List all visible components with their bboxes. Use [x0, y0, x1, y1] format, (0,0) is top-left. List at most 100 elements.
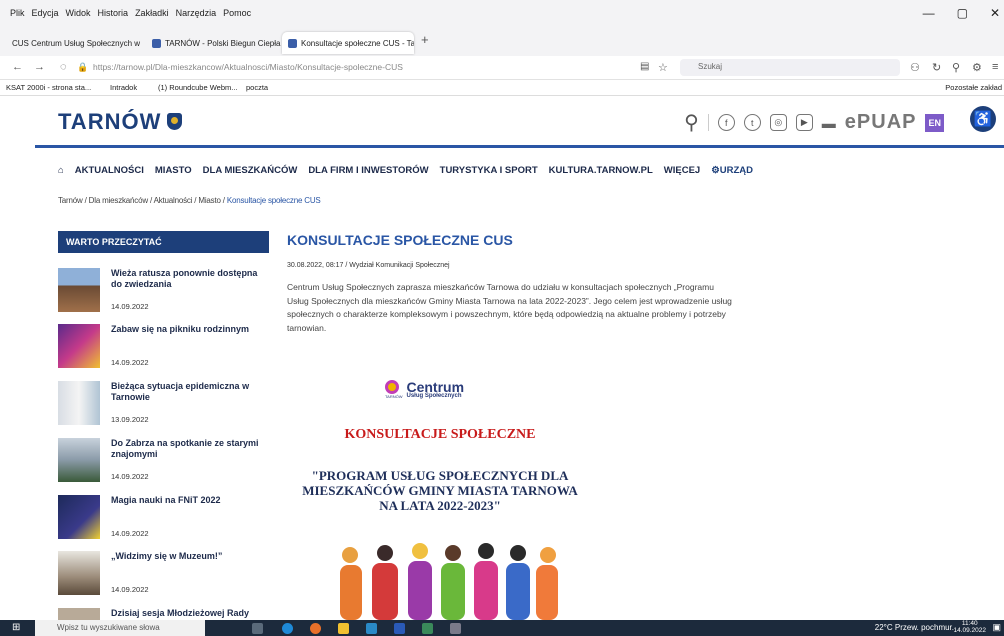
people-illustration	[340, 543, 558, 620]
other-bookmarks[interactable]: Pozostałe zakład	[945, 83, 1002, 92]
shield-icon[interactable]: ◌	[60, 61, 67, 73]
sidebar-article[interactable]: Do Zabrza na spotkanie ze starymi znajom…	[58, 438, 269, 494]
file-explorer-icon[interactable]	[338, 623, 349, 634]
divider	[707, 114, 709, 131]
forward-icon[interactable]: →	[34, 61, 45, 73]
sidebar-article-title[interactable]: Zabaw się na pikniku rodzinnym	[111, 324, 269, 335]
nav-kultura[interactable]: KULTURA.TARNOW.PL	[549, 165, 653, 176]
notifications-icon[interactable]: ▣	[992, 622, 1001, 633]
youtube-icon[interactable]: ▶	[795, 114, 813, 131]
tab-tarnow[interactable]: TARNÓW - Polski Biegun Ciepła✕	[146, 32, 282, 54]
article-thumbnail[interactable]	[58, 381, 100, 425]
taskbar-search-input[interactable]: Wpisz tu wyszukiwane słowa	[35, 620, 205, 636]
bookmark-poczta[interactable]: poczta	[246, 83, 268, 92]
bip-icon[interactable]: ▬	[822, 115, 836, 131]
nav-urzad[interactable]: ⚙URZĄD	[711, 165, 753, 176]
article-author: / Wydział Komunikacji Społecznej	[345, 262, 450, 269]
home-icon[interactable]: ⌂	[58, 165, 64, 176]
tab-konsultacje[interactable]: Konsultacje społeczne CUS - Ta✕	[282, 32, 414, 54]
app-icon[interactable]	[422, 623, 433, 634]
app-icon[interactable]	[450, 623, 461, 634]
firefox-icon[interactable]	[310, 623, 321, 634]
system-clock[interactable]: 11:40 14.09.2022	[953, 620, 986, 634]
nav-dla-mieszkancow[interactable]: DLA MIESZKAŃCÓW	[203, 165, 298, 176]
sidebar-article-title[interactable]: Wieża ratusza ponownie dostępna do zwied…	[111, 268, 269, 290]
bookmark-intradok[interactable]: Intradok	[110, 83, 137, 92]
sidebar-article-title[interactable]: Bieżąca sytuacja epidemiczna w Tarnowie	[111, 381, 269, 403]
bookmark-star-icon[interactable]: ☆	[658, 61, 668, 74]
nav-wiecej[interactable]: WIĘCEJ	[664, 165, 700, 176]
sidebar-article[interactable]: Magia nauki na FNiT 2022 14.09.2022	[58, 495, 269, 551]
menu-pomoc[interactable]: Pomoc	[223, 8, 251, 18]
breadcrumb-tarnow[interactable]: Tarnów	[58, 196, 83, 205]
accessibility-icon[interactable]: ♿	[970, 106, 996, 132]
nav-miasto[interactable]: MIASTO	[155, 165, 192, 176]
edge-icon[interactable]	[282, 623, 293, 634]
bookmark-ksat[interactable]: KSAT 2000i - strona sta...	[6, 83, 91, 92]
bookmark-roundcube[interactable]: (1) Roundcube Webm...	[158, 83, 237, 92]
article-thumbnail[interactable]	[58, 495, 100, 539]
breadcrumb-miasto[interactable]: Miasto	[198, 196, 221, 205]
sidebar-article[interactable]: Zabaw się na pikniku rodzinnym 14.09.202…	[58, 324, 269, 380]
store-icon[interactable]	[366, 623, 377, 634]
language-en-button[interactable]: EN	[925, 113, 944, 132]
sidebar-article[interactable]: Dzisiaj sesja Młodzieżowej Rady	[58, 608, 269, 620]
close-window-button[interactable]: ✕	[990, 6, 1000, 20]
article-thumbnail[interactable]	[58, 438, 100, 482]
sidebar-article[interactable]: „Widzimy się w Muzeum!” 14.09.2022	[58, 551, 269, 607]
menu-plik[interactable]: Plik	[10, 8, 25, 18]
epuap-link[interactable]: ePUAP	[845, 111, 917, 134]
weather-widget[interactable]: 22°C Przew. pochmur.	[875, 623, 954, 632]
menu-edycja[interactable]: Edycja	[32, 8, 59, 18]
windows-taskbar: ⊞ Wpisz tu wyszukiwane słowa 22°C Przew.…	[0, 620, 1004, 636]
nav-aktualnosci[interactable]: AKTUALNOŚCI	[75, 165, 144, 176]
back-icon[interactable]: ←	[12, 61, 23, 73]
cus-logo-name: Centrum	[406, 378, 465, 395]
sidebar-article[interactable]: Bieżąca sytuacja epidemiczna w Tarnowie …	[58, 381, 269, 437]
address-bar[interactable]: https://tarnow.pl/Dla-mieszkancow/Aktual…	[93, 62, 403, 72]
new-tab-icon[interactable]: +	[421, 32, 429, 47]
instagram-icon[interactable]: ◎	[769, 114, 787, 131]
menu-narzedzia[interactable]: Narzędzia	[176, 8, 217, 18]
minimize-button[interactable]: —	[923, 6, 935, 20]
person-figure	[536, 547, 558, 620]
person-figure	[506, 545, 530, 620]
sidebar-article[interactable]: Wieża ratusza ponownie dostępna do zwied…	[58, 268, 269, 324]
reload-icon[interactable]: ↻	[932, 61, 941, 74]
app-menu-icon[interactable]: ≡	[992, 61, 998, 73]
breadcrumb-current: Konsultacje społeczne CUS	[226, 196, 321, 205]
windows-start-icon[interactable]: ⊞	[12, 622, 20, 633]
search-placeholder: Szukaj	[698, 62, 723, 71]
site-logo[interactable]: TARNÓW	[58, 109, 183, 135]
word-icon[interactable]	[394, 623, 405, 634]
breadcrumb-aktualnosci[interactable]: Aktualności	[154, 196, 193, 205]
sidebar-article-title[interactable]: Do Zabrza na spotkanie ze starymi znajom…	[111, 438, 269, 460]
sidebar-article-title[interactable]: Dzisiaj sesja Młodzieżowej Rady	[111, 608, 269, 619]
browser-search-input[interactable]: Szukaj	[680, 59, 900, 76]
extensions-icon[interactable]: ⚙	[972, 61, 982, 74]
site-logo-text: TARNÓW	[58, 109, 162, 134]
article-thumbnail[interactable]	[58, 608, 100, 620]
zoom-icon[interactable]: ⚲	[952, 61, 960, 74]
menu-historia[interactable]: Historia	[98, 8, 129, 18]
article-date: 30.08.2022, 08:17	[287, 262, 344, 269]
article-thumbnail[interactable]	[58, 324, 100, 368]
sidebar-article-title[interactable]: „Widzimy się w Muzeum!”	[111, 551, 269, 562]
menu-zakladki[interactable]: Zakładki	[135, 8, 169, 18]
task-view-icon[interactable]	[252, 623, 263, 634]
tab-cus[interactable]: CUS Centrum Usług Społecznych w✕	[6, 32, 144, 54]
nav-turystyka[interactable]: TURYSTYKA I SPORT	[440, 165, 538, 176]
nav-dla-firm[interactable]: DLA FIRM I INWESTORÓW	[308, 165, 428, 176]
article-thumbnail[interactable]	[58, 551, 100, 595]
sidebar-article-title[interactable]: Magia nauki na FNiT 2022	[111, 495, 269, 506]
twitter-icon[interactable]: t	[743, 114, 761, 131]
facebook-icon[interactable]: f	[717, 114, 735, 131]
search-icon[interactable]: ⚲	[684, 110, 699, 135]
maximize-button[interactable]: ▢	[957, 6, 968, 20]
article-thumbnail[interactable]	[58, 268, 100, 312]
breadcrumb-dla-mieszkancow[interactable]: Dla mieszkańców	[89, 196, 148, 205]
menu-widok[interactable]: Widok	[66, 8, 91, 18]
reader-view-icon[interactable]: ▤	[640, 61, 649, 72]
account-icon[interactable]: ⚇	[910, 61, 920, 74]
article-meta: 30.08.2022, 08:17 / Wydział Komunikacji …	[287, 262, 450, 269]
